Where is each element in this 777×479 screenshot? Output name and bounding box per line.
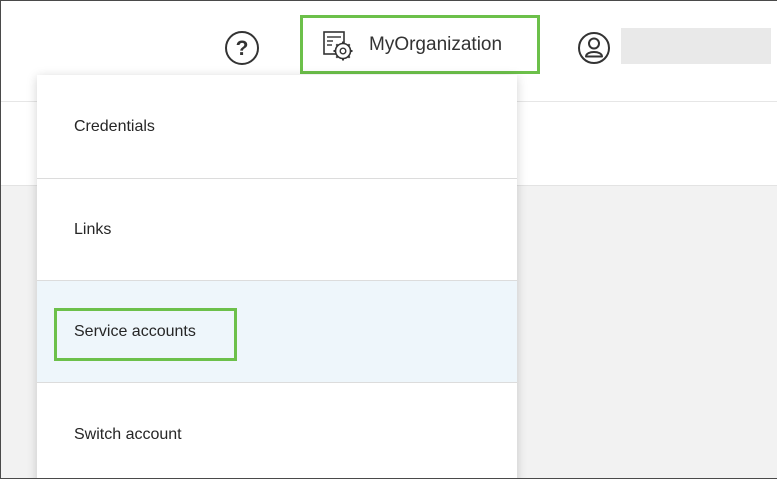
organization-settings-icon	[321, 28, 355, 62]
menu-item-label: Service accounts	[74, 322, 196, 340]
menu-item-switch-account[interactable]: Switch account	[37, 383, 517, 478]
organization-dropdown-menu: Credentials Links Service accounts Switc…	[37, 75, 517, 478]
app-window: ? MyOrganization Credentials Links Servi…	[0, 0, 777, 479]
menu-item-service-accounts[interactable]: Service accounts	[37, 281, 517, 383]
organization-name: MyOrganization	[369, 33, 503, 55]
menu-item-label: Credentials	[74, 117, 155, 135]
menu-item-credentials[interactable]: Credentials	[37, 75, 517, 179]
user-avatar-icon[interactable]	[577, 31, 611, 65]
organization-menu-button[interactable]: MyOrganization	[300, 15, 540, 74]
help-icon[interactable]: ?	[225, 31, 259, 65]
menu-item-label: Switch account	[74, 426, 182, 443]
menu-item-links[interactable]: Links	[37, 179, 517, 281]
user-name-redacted[interactable]	[621, 28, 771, 64]
menu-item-label: Links	[74, 220, 112, 238]
